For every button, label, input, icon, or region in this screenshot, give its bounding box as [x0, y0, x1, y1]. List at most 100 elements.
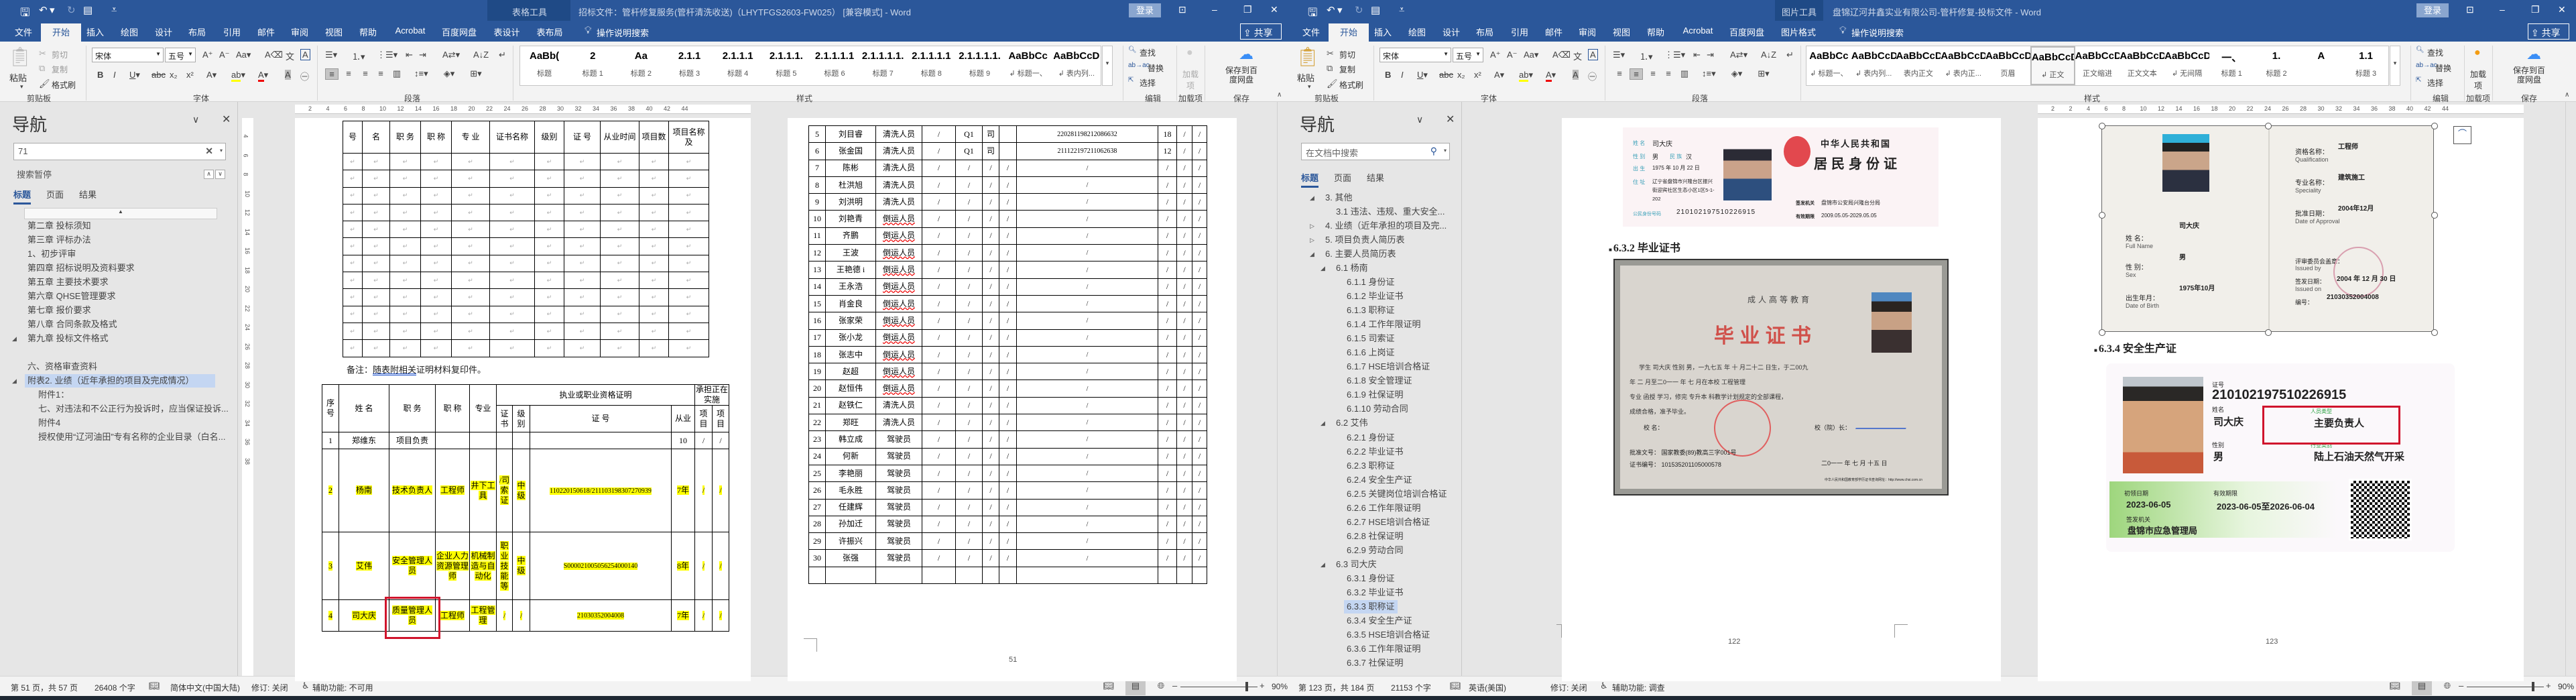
nav-heading-item[interactable]: 6.2.5 关键岗位培训合格证: [1344, 487, 1450, 501]
resize-handle[interactable]: [2431, 212, 2438, 219]
nav-heading-item[interactable]: 附件1：: [36, 388, 72, 402]
table-cell[interactable]: /: [922, 142, 956, 160]
table-cell[interactable]: 清洗人员: [875, 142, 922, 160]
style-item[interactable]: 2.1.1.1 标题 4: [714, 46, 762, 85]
table-cell[interactable]: /: [982, 515, 999, 534]
nav-close-icon[interactable]: ✕: [222, 113, 231, 126]
table-cell[interactable]: 李艳丽: [825, 464, 876, 483]
table-cell[interactable]: 24: [808, 447, 826, 465]
replace-button[interactable]: 替换: [1148, 62, 1164, 74]
tab-11[interactable]: Acrobat: [1678, 25, 1718, 36]
table-cell[interactable]: 驾驶员: [875, 549, 922, 567]
table-cell[interactable]: ↵: [420, 272, 452, 290]
table-cell[interactable]: 司: [982, 142, 999, 160]
table-cell[interactable]: 倒运人员: [875, 294, 922, 313]
table-cell[interactable]: ↵: [600, 305, 639, 323]
table-cell[interactable]: /: [922, 125, 956, 143]
highlight-icon[interactable]: ab▾: [1519, 70, 1533, 82]
expanded-triangle-icon[interactable]: ◢: [1321, 561, 1325, 569]
table-cell[interactable]: 8年: [670, 532, 696, 600]
table-cell[interactable]: ↵: [389, 322, 421, 341]
table-cell[interactable]: /: [922, 244, 956, 262]
table-cell[interactable]: /: [982, 363, 999, 381]
table-cell[interactable]: /: [1176, 294, 1192, 313]
table-cell[interactable]: ↵: [639, 272, 669, 290]
table-cell[interactable]: /: [922, 430, 956, 449]
nav-heading-item[interactable]: 6.1.1 身份证: [1344, 276, 1398, 289]
clear-format-icon[interactable]: A⌫: [265, 50, 283, 60]
table-cell[interactable]: /: [1176, 329, 1192, 347]
table-cell[interactable]: /: [1176, 549, 1192, 567]
table-cell[interactable]: 倒运人员: [875, 244, 922, 262]
subscript-icon[interactable]: x₂: [170, 70, 178, 80]
table-cell[interactable]: /: [922, 176, 956, 194]
nav-heading-item[interactable]: 授权使用“辽河油田”专有名称的企业目录（白名...: [36, 430, 229, 444]
table-cell[interactable]: /: [694, 449, 713, 532]
style-item[interactable]: AaBbCc ↲ 标题一、: [1004, 46, 1052, 85]
table-cell[interactable]: ↵: [564, 237, 601, 255]
select-button[interactable]: 选择: [2427, 77, 2443, 89]
table-cell[interactable]: [1016, 566, 1158, 585]
nav-heading-item[interactable]: 附件4: [36, 416, 63, 430]
table-cell[interactable]: /: [1176, 380, 1192, 398]
table-cell[interactable]: /: [694, 599, 713, 632]
table-cell[interactable]: ↵: [389, 254, 421, 273]
table-cell[interactable]: ↵: [362, 221, 390, 239]
sort-icon[interactable]: A↓Z: [1761, 50, 1776, 60]
table-cell[interactable]: 毛永胜: [825, 481, 876, 500]
tab-12[interactable]: 百度网盘: [1727, 25, 1767, 38]
table-cell[interactable]: ↵: [564, 272, 601, 290]
table-cell[interactable]: /: [1016, 244, 1158, 262]
table-cell[interactable]: /: [1176, 515, 1192, 534]
table-cell[interactable]: ↵: [489, 203, 535, 222]
paste-dropdown-icon[interactable]: ▾: [20, 83, 23, 91]
table-cell[interactable]: ↵: [343, 203, 363, 222]
table-cell[interactable]: 19: [808, 363, 826, 381]
align-center-icon[interactable]: ≡: [1630, 68, 1643, 80]
table-cell[interactable]: /: [1016, 227, 1158, 245]
justify-icon[interactable]: ≡: [374, 68, 387, 78]
table-cell[interactable]: /: [955, 312, 983, 330]
table-cell[interactable]: /: [982, 396, 999, 415]
table-cell[interactable]: /: [1016, 176, 1158, 194]
table-cell[interactable]: ↵: [389, 170, 421, 188]
tab-10[interactable]: 帮助: [1636, 25, 1676, 38]
table-cell[interactable]: /: [982, 278, 999, 296]
table-cell[interactable]: 26: [808, 481, 826, 500]
table-cell[interactable]: 刘目睿: [825, 125, 876, 143]
format-painter-button[interactable]: 格式刷: [1339, 79, 1363, 91]
table-cell[interactable]: 2: [322, 449, 339, 532]
table-cell[interactable]: /: [1192, 380, 1207, 398]
table-cell[interactable]: /: [1016, 329, 1158, 347]
table-cell[interactable]: 倒运人员: [875, 380, 922, 398]
table-cell[interactable]: ↵: [600, 186, 639, 205]
style-item[interactable]: 2.1.1 标题 3: [665, 46, 713, 85]
table-cell[interactable]: 郑旺: [825, 414, 876, 432]
table-cell[interactable]: /: [1176, 430, 1192, 449]
table-cell[interactable]: /: [712, 449, 730, 532]
nav-tab-1[interactable]: 页面: [46, 188, 64, 200]
collapse-ribbon-icon[interactable]: ∧: [1277, 91, 1282, 99]
table-cell[interactable]: /: [1192, 498, 1207, 516]
table-cell[interactable]: /: [1016, 481, 1158, 500]
table-cell[interactable]: /: [1192, 396, 1207, 415]
table-cell[interactable]: ↵: [420, 170, 452, 188]
table-cell[interactable]: ↵: [668, 254, 709, 273]
table-cell[interactable]: 21030352004008: [530, 599, 672, 632]
table-cell[interactable]: /: [1176, 227, 1192, 245]
table-cell[interactable]: /: [1016, 380, 1158, 398]
table-cell[interactable]: 项目负责: [389, 432, 436, 449]
table-cell[interactable]: ↵: [389, 272, 421, 290]
table-cell[interactable]: /: [712, 432, 730, 449]
table-cell[interactable]: /: [982, 210, 999, 228]
ribbon-display-options-icon[interactable]: ⊡: [1178, 4, 1186, 15]
table-cell[interactable]: 5: [808, 125, 826, 143]
table-cell[interactable]: 6: [808, 142, 826, 160]
cut-button[interactable]: 剪切: [52, 49, 68, 60]
sort-icon[interactable]: A↓Z: [473, 50, 489, 60]
zoom-level[interactable]: 90%: [1272, 682, 1288, 691]
table-cell[interactable]: [982, 566, 999, 585]
nav-heading-item[interactable]: 6.2.9 劳动合同: [1344, 544, 1406, 557]
table-cell[interactable]: /: [955, 278, 983, 296]
nav-heading-item[interactable]: 6.1.6 上岗证: [1344, 346, 1398, 359]
